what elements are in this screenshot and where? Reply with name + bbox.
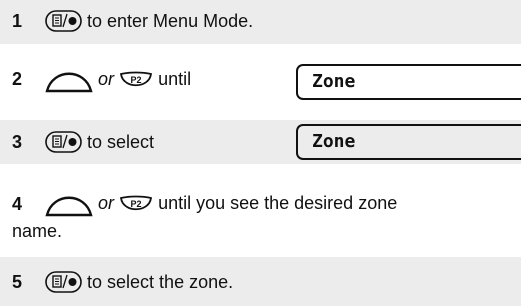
menu-select-key-icon — [45, 10, 82, 33]
step-number: 5 — [12, 272, 23, 292]
display-zone: Zone — [296, 64, 521, 100]
step-text: to enter Menu Mode. — [87, 11, 254, 31]
step-text: to select the zone. — [87, 272, 234, 292]
step-3: 3 to select Zone — [0, 120, 521, 164]
step-text: until you see the desired zone — [158, 192, 398, 213]
step-number: 4 — [12, 194, 23, 214]
scroll-key-icon — [45, 72, 93, 93]
or-label: or — [98, 68, 115, 89]
svg-text:P2: P2 — [131, 75, 142, 85]
display-zone: Zone — [296, 124, 521, 160]
or-label: or — [98, 192, 115, 213]
svg-text:P2: P2 — [131, 199, 142, 209]
p2-button-icon: P2 — [120, 195, 153, 211]
scroll-key-icon — [45, 196, 93, 217]
step-number: 3 — [12, 132, 23, 152]
step-2: 2 or P2 until Zone — [0, 60, 521, 104]
instruction-page: 1 to enter Menu Mode. 2 or P2 until Zone… — [0, 0, 521, 306]
step-5: 5 to select the zone. — [0, 257, 521, 306]
step-number: 1 — [12, 11, 23, 31]
step-number: 2 — [12, 69, 23, 89]
step-body: to enter Menu Mode. — [45, 10, 521, 33]
step-text: to select — [87, 132, 155, 152]
menu-select-key-icon — [45, 131, 82, 154]
step-4: 4 or P2 until you see the desired zone n… — [0, 180, 521, 246]
step-text: until — [158, 68, 192, 89]
menu-select-key-icon — [45, 271, 82, 294]
step-body: or P2 until you see the desired zone — [45, 190, 521, 218]
step-body: to select the zone. — [45, 271, 521, 294]
p2-button-icon: P2 — [120, 71, 153, 87]
step-text-continued: name. — [12, 221, 63, 241]
step-1: 1 to enter Menu Mode. — [0, 0, 521, 44]
